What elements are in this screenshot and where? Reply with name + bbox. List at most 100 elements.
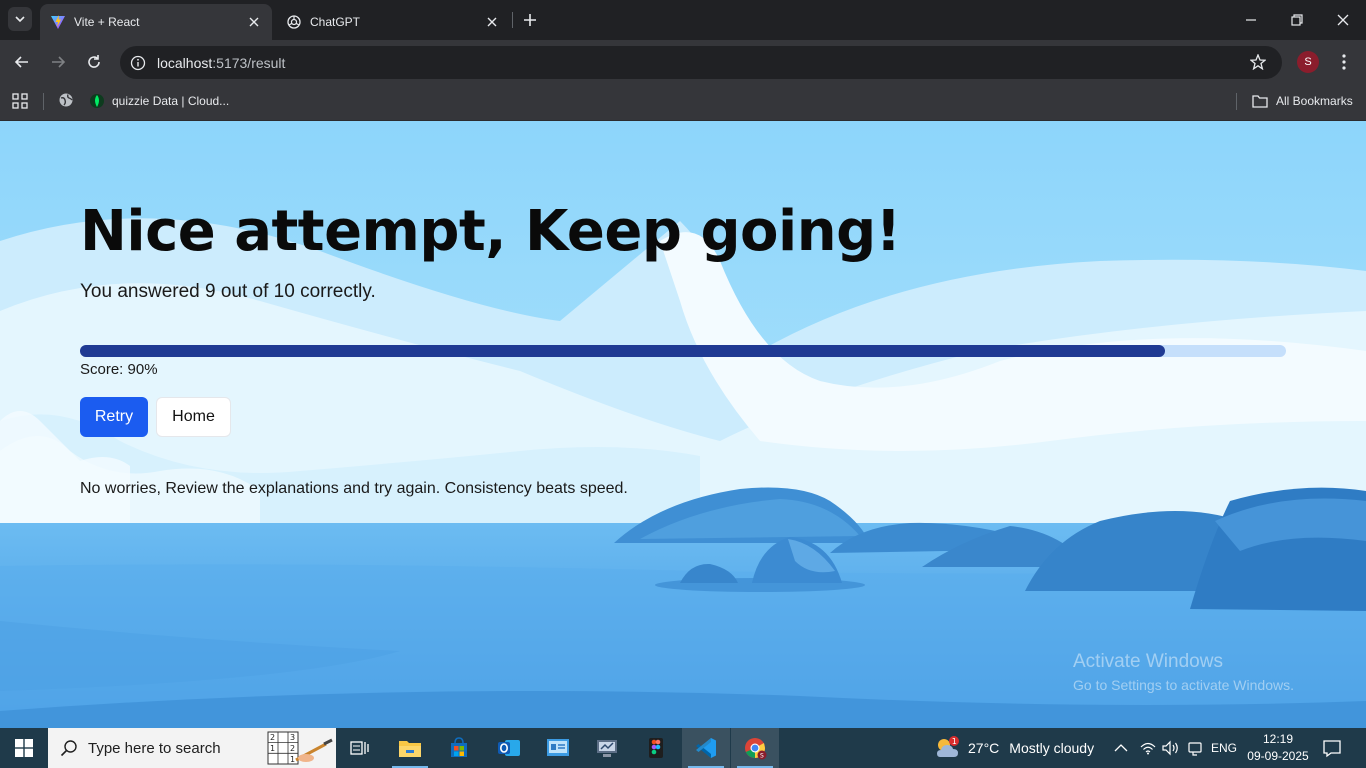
- windows-taskbar: Type here to search 2 3 1 2 1 S 1 27°C M…: [0, 728, 1366, 768]
- svg-text:2: 2: [290, 744, 295, 753]
- meet-now-button[interactable]: [1188, 728, 1202, 768]
- globe-icon[interactable]: [58, 92, 74, 108]
- bookmarks-bar: quizzie Data | Cloud... All Bookmarks: [0, 84, 1366, 121]
- control-panel-icon: [547, 739, 569, 756]
- close-window-button[interactable]: [1329, 6, 1357, 34]
- url-path: :5173/result: [212, 54, 286, 71]
- minimize-icon: [1246, 19, 1256, 21]
- temperature-label: 27°C: [968, 740, 1000, 756]
- windows-logo-icon: [15, 739, 33, 757]
- weather-alert-badge: 1: [952, 737, 957, 746]
- chatgpt-icon: [287, 15, 301, 29]
- tab-chatgpt[interactable]: ChatGPT: [276, 4, 510, 40]
- svg-text:S: S: [760, 753, 764, 760]
- search-icon: [60, 740, 77, 757]
- taskbar-search-box[interactable]: Type here to search 2 3 1 2 1: [48, 728, 336, 768]
- figma-icon: [649, 738, 663, 758]
- task-view-button[interactable]: [336, 728, 384, 768]
- tab-strip: Vite + React ChatGPT: [0, 0, 1366, 40]
- tab-divider: [512, 12, 513, 28]
- restore-icon: [1291, 14, 1303, 26]
- reload-icon: [88, 55, 100, 68]
- wifi-icon: [1140, 742, 1156, 755]
- result-heading: Nice attempt, Keep going!: [80, 199, 901, 264]
- vscode-button[interactable]: [682, 728, 730, 768]
- bookmark-divider: [43, 93, 44, 110]
- page-viewport: Nice attempt, Keep going! You answered 9…: [0, 121, 1366, 728]
- mongodb-leaf-icon: [90, 94, 104, 108]
- weather-label: Mostly cloudy: [1009, 740, 1095, 756]
- outlook-button[interactable]: [485, 728, 533, 768]
- watermark-subtitle: Go to Settings to activate Windows.: [1073, 677, 1294, 693]
- forward-arrow-icon: [52, 56, 66, 68]
- start-button[interactable]: [0, 728, 48, 768]
- network-button[interactable]: [1140, 728, 1156, 768]
- svg-text:1: 1: [270, 744, 275, 753]
- score-label: Score: 90%: [80, 361, 158, 378]
- bookmark-divider: [1236, 93, 1237, 110]
- language-indicator[interactable]: ENG: [1211, 728, 1237, 768]
- all-bookmarks-button[interactable]: All Bookmarks: [1252, 90, 1353, 112]
- back-button[interactable]: [10, 50, 34, 74]
- task-view-icon: [350, 741, 369, 755]
- microsoft-store-button[interactable]: [435, 728, 483, 768]
- control-panel-button[interactable]: [534, 728, 582, 768]
- score-progress-fill: [80, 345, 1166, 357]
- chevron-down-icon: [15, 16, 25, 23]
- reload-button[interactable]: [82, 50, 106, 74]
- notification-center-icon[interactable]: [1322, 738, 1342, 758]
- microsoft-store-icon: [451, 737, 467, 757]
- tab-search-button[interactable]: [8, 7, 32, 31]
- file-explorer-button[interactable]: [386, 728, 434, 768]
- minimize-button[interactable]: [1237, 6, 1265, 34]
- search-placeholder: Type here to search: [88, 739, 221, 757]
- remote-desktop-button[interactable]: [583, 728, 631, 768]
- chrome-icon: S: [745, 738, 767, 760]
- close-icon: [1337, 14, 1349, 26]
- profile-avatar[interactable]: S: [1297, 51, 1319, 73]
- clock[interactable]: 12:19 09-09-2025: [1240, 731, 1316, 765]
- bookmark-label: quizzie Data | Cloud...: [112, 94, 230, 108]
- site-info-icon[interactable]: [130, 55, 146, 71]
- close-tab-icon[interactable]: [484, 14, 500, 30]
- watermark-title: Activate Windows: [1073, 651, 1223, 672]
- outlook-icon: [498, 740, 520, 756]
- volume-button[interactable]: [1162, 728, 1180, 768]
- restore-button[interactable]: [1283, 6, 1311, 34]
- more-vertical-icon: [1342, 54, 1346, 70]
- bookmark-star-icon[interactable]: [1250, 54, 1266, 70]
- tab-title: ChatGPT: [310, 15, 361, 29]
- close-tab-icon[interactable]: [246, 14, 262, 30]
- show-hidden-icons-button[interactable]: [1114, 728, 1128, 768]
- all-bookmarks-label: All Bookmarks: [1276, 94, 1353, 108]
- svg-text:1: 1: [290, 755, 295, 764]
- result-summary: You answered 9 out of 10 correctly.: [80, 281, 376, 302]
- svg-text:3: 3: [290, 733, 295, 742]
- svg-text:2: 2: [270, 733, 275, 742]
- sudoku-search-highlight-icon: 2 3 1 2 1: [266, 730, 334, 766]
- tab-vite-react[interactable]: Vite + React: [40, 4, 272, 40]
- address-bar[interactable]: localhost:5173/result: [120, 46, 1282, 79]
- chrome-button[interactable]: S: [731, 728, 779, 768]
- clock-date: 09-09-2025: [1247, 749, 1309, 763]
- activate-windows-watermark: Activate Windows Go to Settings to activ…: [1073, 651, 1294, 693]
- figma-button[interactable]: [632, 728, 680, 768]
- chevron-up-icon: [1114, 744, 1128, 752]
- tab-title: Vite + React: [74, 15, 140, 29]
- camera-icon: [1188, 742, 1202, 756]
- home-button[interactable]: Home: [156, 397, 231, 437]
- vite-icon: [51, 15, 65, 29]
- apps-grid-icon[interactable]: [11, 92, 29, 110]
- bookmark-quizzie-data[interactable]: quizzie Data | Cloud...: [90, 90, 229, 112]
- cloudy-weather-icon: 1: [937, 736, 959, 757]
- back-arrow-icon: [14, 56, 28, 68]
- vscode-icon: [696, 738, 716, 758]
- clock-time: 12:19: [1262, 732, 1294, 746]
- browser-menu-button[interactable]: [1334, 52, 1354, 72]
- remote-desktop-icon: [597, 740, 617, 757]
- retry-button[interactable]: Retry: [80, 397, 148, 437]
- weather-widget[interactable]: 1 27°C Mostly cloudy: [934, 728, 1094, 768]
- forward-button[interactable]: [46, 50, 70, 74]
- url-text[interactable]: localhost:5173/result: [157, 55, 285, 71]
- new-tab-button[interactable]: [520, 10, 540, 30]
